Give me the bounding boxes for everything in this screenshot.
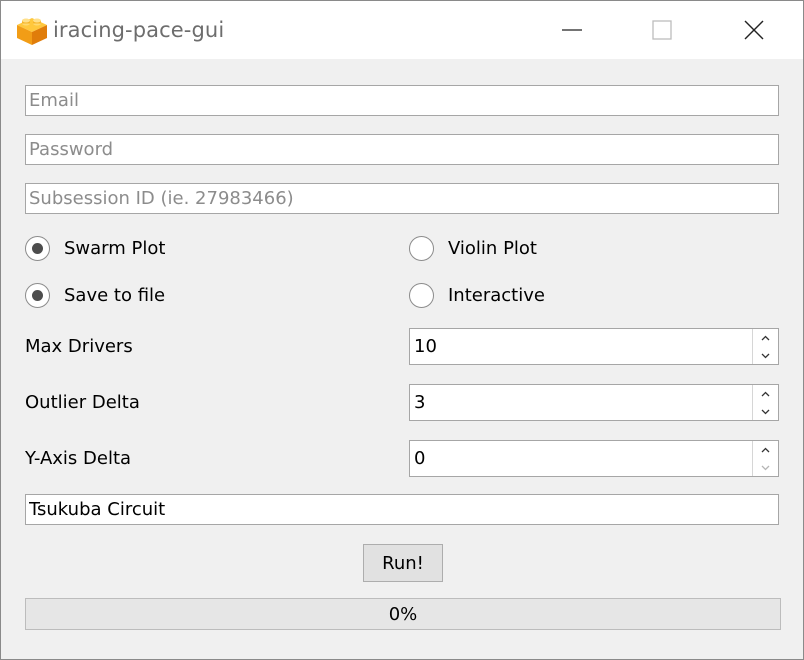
maximize-icon [652, 20, 672, 40]
title-bar[interactable]: iracing-pace-gui [1, 1, 803, 59]
close-button[interactable] [731, 1, 777, 59]
spin-down-button[interactable] [753, 459, 778, 476]
radio-indicator[interactable] [25, 282, 50, 308]
chevron-up-icon [761, 335, 770, 340]
chevron-down-icon [761, 465, 770, 470]
y-axis-delta-label: Y-Axis Delta [25, 448, 132, 469]
email-field-box [25, 85, 779, 116]
radio-label: Save to file [64, 284, 166, 306]
progress-text: 0% [388, 603, 418, 625]
y-axis-delta-spinbox [409, 440, 779, 477]
spin-down-button[interactable] [753, 403, 778, 420]
radio-label: Violin Plot [448, 237, 537, 259]
spin-arrows [752, 329, 778, 364]
chevron-down-icon [761, 353, 770, 358]
password-field[interactable] [26, 135, 778, 164]
subsession-field-box [25, 183, 779, 214]
subsession-id-field[interactable] [26, 184, 778, 213]
spin-arrows [752, 441, 778, 476]
radio-swarm-plot[interactable]: Swarm Plot [25, 233, 165, 263]
lego-brick-icon [15, 14, 49, 48]
app-window: iracing-pace-gui Swarm Plot [0, 0, 804, 660]
outlier-delta-spinbox [409, 384, 779, 421]
maximize-button[interactable] [639, 1, 685, 59]
run-button[interactable]: Run! [363, 544, 443, 582]
close-icon [744, 20, 764, 40]
chevron-up-icon [761, 391, 770, 396]
max-drivers-label: Max Drivers [25, 336, 133, 357]
spin-up-button[interactable] [753, 329, 778, 346]
radio-label: Interactive [448, 284, 545, 306]
spin-arrows [752, 385, 778, 420]
minimize-icon [562, 29, 582, 31]
window-title: iracing-pace-gui [53, 18, 225, 42]
spin-up-button[interactable] [753, 385, 778, 402]
radio-indicator[interactable] [409, 235, 434, 261]
radio-indicator[interactable] [409, 282, 434, 308]
track-name-field[interactable] [26, 495, 778, 524]
minimize-button[interactable] [549, 1, 595, 59]
track-field-box [25, 494, 779, 525]
y-axis-delta-input[interactable] [410, 441, 750, 476]
radio-indicator[interactable] [25, 235, 50, 261]
radio-violin-plot[interactable]: Violin Plot [409, 233, 537, 263]
max-drivers-spinbox [409, 328, 779, 365]
outlier-delta-label: Outlier Delta [25, 392, 140, 413]
spin-up-button[interactable] [753, 441, 778, 458]
chevron-up-icon [761, 447, 770, 452]
progress-bar: 0% [25, 598, 781, 630]
radio-interactive[interactable]: Interactive [409, 280, 545, 310]
max-drivers-input[interactable] [410, 329, 750, 364]
spin-down-button[interactable] [753, 347, 778, 364]
outlier-delta-input[interactable] [410, 385, 750, 420]
radio-save-to-file[interactable]: Save to file [25, 280, 165, 310]
chevron-down-icon [761, 409, 770, 414]
password-field-box [25, 134, 779, 165]
radio-label: Swarm Plot [64, 237, 166, 259]
email-field[interactable] [26, 86, 778, 115]
